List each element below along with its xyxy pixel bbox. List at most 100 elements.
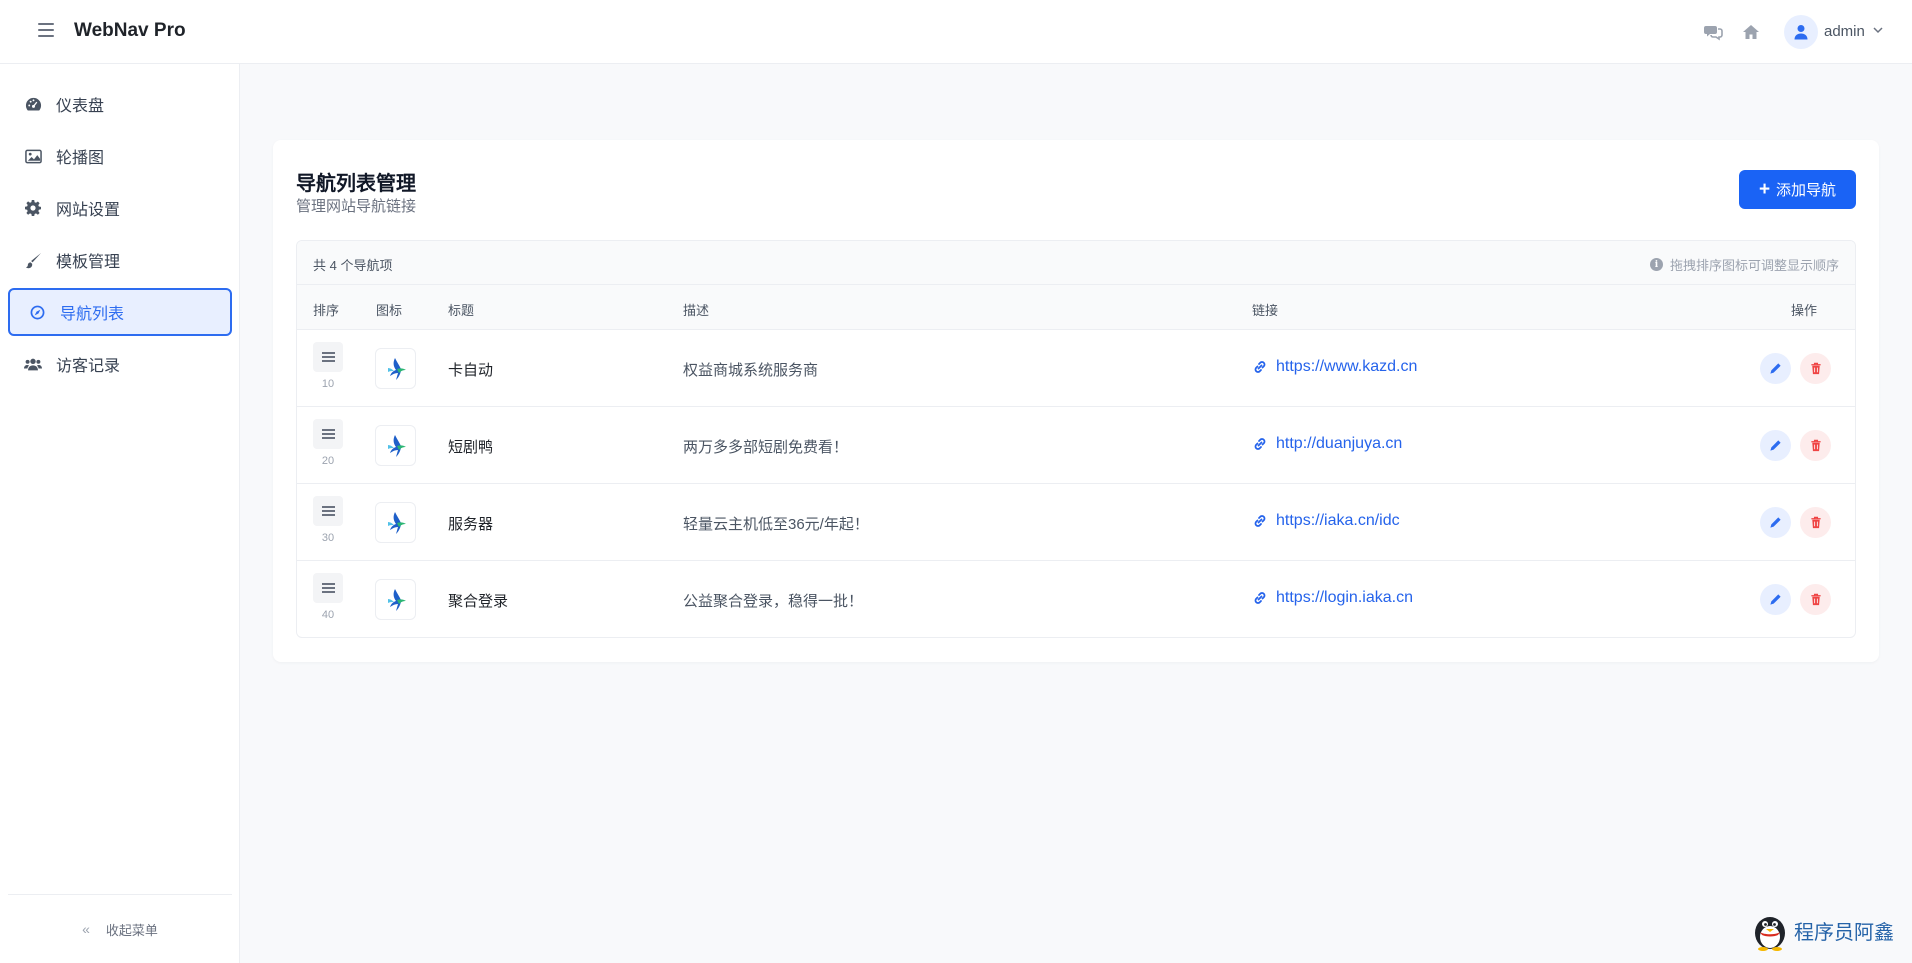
bars-icon (321, 350, 335, 364)
col-desc: 描述 (683, 303, 710, 318)
row-description: 公益聚合登录，稳得一批！ (683, 593, 864, 610)
col-sort: 排序 (313, 303, 340, 318)
table-row: 30 服务器 轻量云主机低至36元/年起！ https://iaka.cn/id… (297, 484, 1855, 561)
avatar[interactable] (1784, 15, 1818, 49)
row-title: 聚合登录 (448, 593, 509, 610)
row-link-text: https://iaka.cn/idc (1276, 512, 1400, 529)
link-icon (1254, 592, 1266, 604)
row-link[interactable]: https://www.kazd.cn (1252, 358, 1417, 376)
sidebar-item-carousel[interactable]: 轮播图 (8, 132, 232, 180)
add-nav-button[interactable]: + 添加导航 (1739, 170, 1856, 209)
double-chevron-left-icon: « (82, 921, 90, 937)
brand-name[interactable]: WebNav Pro (74, 20, 186, 42)
site-logo (375, 425, 416, 466)
sidebar-item-label: 模板管理 (56, 254, 121, 271)
sidebar-item-nav-list[interactable]: 导航列表 (8, 288, 232, 336)
penguin-icon (1755, 917, 1785, 951)
row-link[interactable]: https://iaka.cn/idc (1252, 512, 1400, 530)
drag-handle[interactable] (313, 573, 343, 603)
delete-button[interactable] (1800, 430, 1831, 461)
col-title: 标题 (448, 303, 475, 318)
collapse-menu-button[interactable]: « 收起菜单 (8, 894, 232, 963)
col-icon: 图标 (376, 303, 403, 318)
sort-number: 20 (321, 455, 335, 467)
sidebar-item-label: 仪表盘 (56, 98, 105, 115)
delete-button[interactable] (1800, 507, 1831, 538)
pencil-icon (1770, 440, 1781, 451)
username[interactable]: admin (1824, 23, 1865, 40)
pencil-icon (1770, 517, 1781, 528)
row-title: 卡自动 (448, 362, 494, 379)
menu-toggle-icon[interactable] (38, 23, 54, 39)
trash-icon (1810, 593, 1821, 606)
plus-icon: + (1758, 179, 1771, 200)
sidebar-item-dashboard[interactable]: 仪表盘 (8, 80, 232, 128)
chevron-down-icon[interactable] (1872, 24, 1884, 36)
table-row: 40 聚合登录 公益聚合登录，稳得一批！ https://login.iaka.… (297, 561, 1855, 637)
sort-number: 10 (321, 378, 335, 390)
row-link[interactable]: http://duanjuya.cn (1252, 435, 1402, 453)
row-link-text: https://www.kazd.cn (1276, 358, 1418, 375)
col-ops: 操作 (1791, 303, 1818, 318)
row-link-text: https://login.iaka.cn (1276, 589, 1413, 606)
watermark: 程序员阿鑫 (1750, 909, 1894, 951)
site-logo (375, 348, 416, 389)
drag-handle[interactable] (313, 342, 343, 372)
edit-button[interactable] (1760, 430, 1791, 461)
delete-button[interactable] (1800, 353, 1831, 384)
link-icon (1254, 438, 1266, 450)
logo-icon (387, 434, 406, 457)
sidebar-item-label: 导航列表 (60, 306, 125, 323)
site-logo (375, 502, 416, 543)
drag-handle[interactable] (313, 419, 343, 449)
add-nav-label: 添加导航 (1776, 182, 1837, 199)
pencil-icon (1770, 594, 1781, 605)
dashboard-icon (24, 95, 42, 113)
top-header: WebNav Pro admin (0, 0, 1912, 64)
page-subtitle: 管理网站导航链接 (296, 198, 417, 215)
home-icon[interactable] (1741, 22, 1761, 42)
collapse-menu-label: 收起菜单 (105, 922, 158, 938)
logo-icon (387, 588, 406, 611)
row-link[interactable]: https://login.iaka.cn (1252, 589, 1413, 607)
info-icon: i (1649, 258, 1663, 271)
nav-list-card: 导航列表管理 管理网站导航链接 + 添加导航 共 4 个导航项 i 拖拽排序图标… (273, 140, 1879, 662)
sidebar-item-site-settings[interactable]: 网站设置 (8, 184, 232, 232)
bars-icon (321, 504, 335, 518)
row-link-text: http://duanjuya.cn (1276, 435, 1403, 452)
edit-button[interactable] (1760, 353, 1791, 384)
brush-icon (24, 251, 42, 269)
table-toolbar: 共 4 个导航项 i 拖拽排序图标可调整显示顺序 (297, 241, 1855, 285)
trash-icon (1810, 516, 1821, 529)
row-description: 权益商城系统服务商 (683, 362, 819, 379)
sort-hint-text: 拖拽排序图标可调整显示顺序 (1669, 258, 1839, 273)
sidebar-item-label: 网站设置 (56, 202, 121, 219)
trash-icon (1810, 439, 1821, 452)
row-description: 两万多多部短剧免费看！ (683, 439, 849, 456)
link-icon (1254, 515, 1266, 527)
edit-button[interactable] (1760, 507, 1791, 538)
sort-hint: i 拖拽排序图标可调整显示顺序 (1649, 255, 1839, 274)
logo-icon (387, 511, 406, 534)
logo-icon (387, 357, 406, 380)
user-icon (1794, 25, 1808, 40)
image-icon (24, 147, 42, 165)
sidebar: 仪表盘 轮播图 网站设置 模板管理 导航列表 访客记录 « 收起菜单 (0, 64, 240, 963)
chat-icon[interactable] (1703, 22, 1723, 42)
gear-icon (24, 199, 42, 217)
sidebar-item-visitors[interactable]: 访客记录 (8, 340, 232, 388)
col-link: 链接 (1252, 303, 1279, 318)
row-title: 服务器 (448, 516, 494, 533)
trash-icon (1810, 362, 1821, 375)
compass-icon (28, 303, 46, 321)
table-header: 排序 图标 标题 描述 链接 操作 (297, 285, 1855, 330)
edit-button[interactable] (1760, 584, 1791, 615)
table-row: 10 卡自动 权益商城系统服务商 https://www.kazd.cn (297, 330, 1855, 407)
link-icon (1254, 361, 1266, 373)
bars-icon (321, 427, 335, 441)
sort-number: 30 (321, 532, 335, 544)
delete-button[interactable] (1800, 584, 1831, 615)
pencil-icon (1770, 363, 1781, 374)
drag-handle[interactable] (313, 496, 343, 526)
sidebar-item-templates[interactable]: 模板管理 (8, 236, 232, 284)
